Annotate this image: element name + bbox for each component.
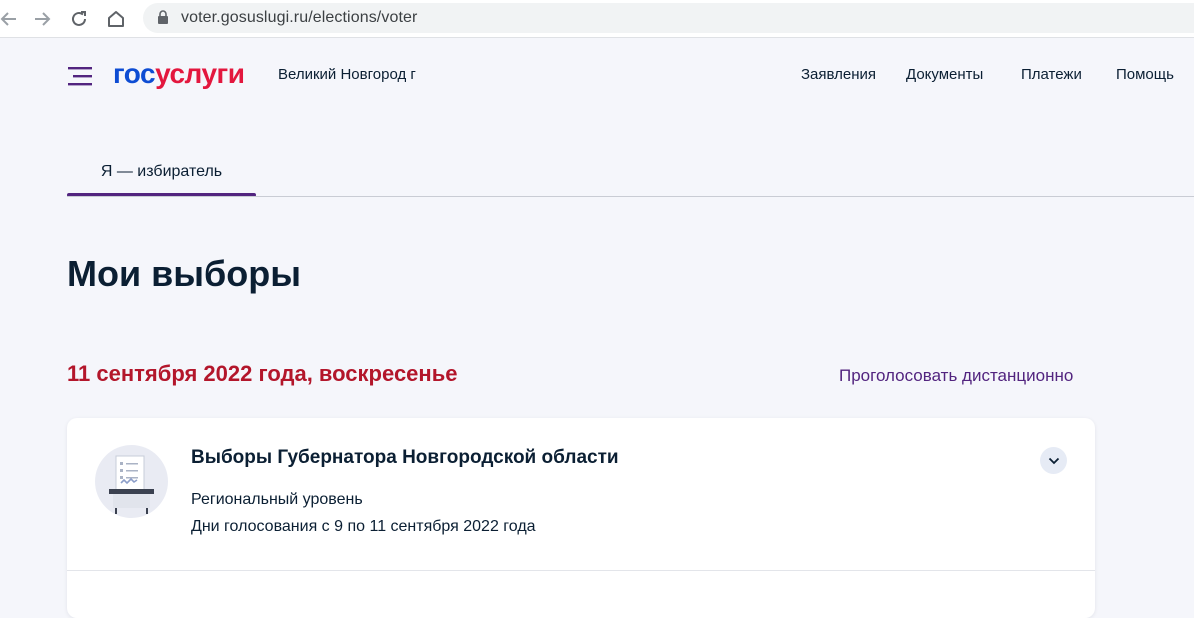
address-bar[interactable]: voter.gosuslugi.ru/elections/voter: [143, 3, 1194, 33]
ballot-box-icon: [95, 445, 168, 518]
tab-voter[interactable]: Я — избиратель: [67, 163, 256, 197]
reload-icon[interactable]: [66, 6, 92, 32]
url-text[interactable]: voter.gosuslugi.ru/elections/voter: [181, 9, 417, 27]
forward-arrow-icon[interactable]: [29, 6, 55, 32]
chevron-down-icon: [1048, 452, 1060, 470]
card-divider: [67, 570, 1095, 571]
nav-help[interactable]: Помощь: [1116, 66, 1174, 83]
election-level: Региональный уровень: [191, 491, 363, 508]
logo-part-gos: гос: [113, 58, 156, 89]
nav-payments[interactable]: Платежи: [1021, 66, 1082, 83]
remote-vote-link[interactable]: Проголосовать дистанционно: [839, 366, 1073, 386]
nav-documents[interactable]: Документы: [906, 66, 983, 83]
home-icon[interactable]: [103, 6, 129, 32]
logo-part-uslugi: услуги: [155, 58, 245, 89]
gosuslugi-logo[interactable]: госуслуги: [113, 58, 245, 90]
election-card[interactable]: Выборы Губернатора Новгородской области …: [67, 418, 1095, 618]
election-title: Выборы Губернатора Новгородской области: [191, 447, 619, 468]
menu-icon[interactable]: [68, 66, 92, 86]
nav-applications[interactable]: Заявления: [801, 66, 876, 83]
election-voting-days: Дни голосования с 9 по 11 сентября 2022 …: [191, 518, 536, 535]
election-date-heading: 11 сентября 2022 года, воскресенье: [67, 361, 458, 386]
browser-toolbar: voter.gosuslugi.ru/elections/voter: [0, 0, 1194, 38]
region-selector[interactable]: Великий Новгород г: [278, 66, 416, 83]
tabs-divider: [67, 196, 1194, 197]
lock-icon[interactable]: [157, 10, 169, 30]
expand-button[interactable]: [1040, 447, 1067, 474]
back-arrow-icon[interactable]: [0, 6, 22, 32]
page-title: Мои выборы: [67, 253, 301, 294]
